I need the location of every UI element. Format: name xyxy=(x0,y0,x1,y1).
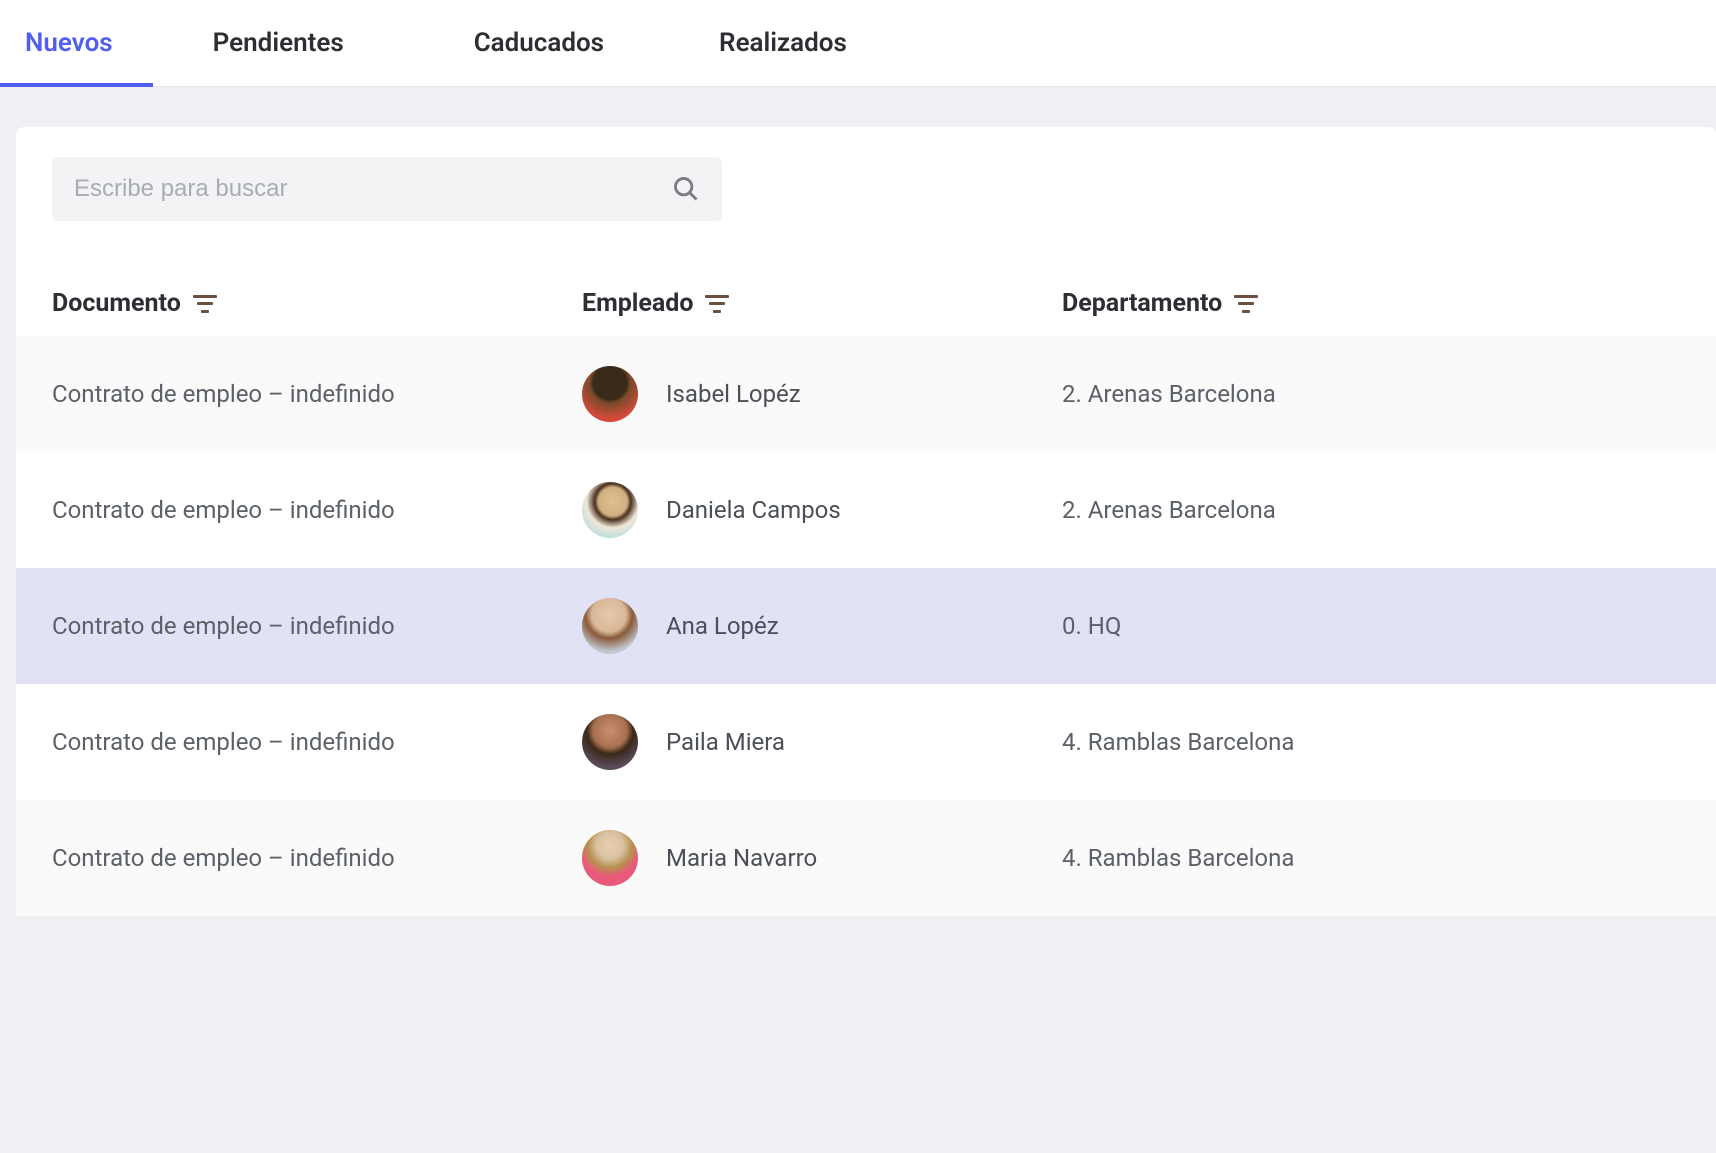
avatar xyxy=(582,714,638,770)
avatar xyxy=(582,598,638,654)
table-row[interactable]: Contrato de empleo – indefinido Ana Lopéz… xyxy=(16,568,1716,684)
column-label: Departamento xyxy=(1062,289,1222,318)
table-row[interactable]: Contrato de empleo – indefinido Maria Nav… xyxy=(16,800,1716,916)
department-name: 2. Arenas Barcelona xyxy=(1062,496,1680,524)
content-area: Documento Empleado Departamento Contrato… xyxy=(0,87,1716,916)
employee-name: Daniela Campos xyxy=(666,496,841,524)
tab-pendientes[interactable]: Pendientes xyxy=(163,0,409,86)
employee-cell: Ana Lopéz xyxy=(582,598,1062,654)
tab-realizados[interactable]: Realizados xyxy=(659,0,907,86)
tabs-bar: Nuevos Pendientes Caducados Realizados xyxy=(0,0,1716,87)
tab-caducados[interactable]: Caducados xyxy=(409,0,659,86)
avatar xyxy=(582,830,638,886)
filter-icon xyxy=(193,295,217,313)
column-header-employee[interactable]: Empleado xyxy=(582,289,1062,318)
employee-name: Maria Navarro xyxy=(666,844,817,872)
document-name: Contrato de empleo – indefinido xyxy=(52,496,582,524)
column-header-department[interactable]: Departamento xyxy=(1062,289,1680,318)
employee-cell: Daniela Campos xyxy=(582,482,1062,538)
column-label: Empleado xyxy=(582,289,693,318)
employee-name: Ana Lopéz xyxy=(666,612,779,640)
table-row[interactable]: Contrato de empleo – indefinido Isabel Lo… xyxy=(16,336,1716,452)
department-name: 0. HQ xyxy=(1062,612,1680,640)
table-row[interactable]: Contrato de empleo – indefinido Paila Mie… xyxy=(16,684,1716,800)
tab-nuevos[interactable]: Nuevos xyxy=(0,0,163,86)
employee-name: Isabel Lopéz xyxy=(666,380,801,408)
filter-icon xyxy=(1234,295,1258,313)
department-name: 4. Ramblas Barcelona xyxy=(1062,844,1680,872)
column-header-document[interactable]: Documento xyxy=(52,289,582,318)
avatar xyxy=(582,366,638,422)
document-name: Contrato de empleo – indefinido xyxy=(52,380,582,408)
table-body: Contrato de empleo – indefinido Isabel Lo… xyxy=(16,336,1716,916)
avatar xyxy=(582,482,638,538)
employee-name: Paila Miera xyxy=(666,728,785,756)
document-name: Contrato de empleo – indefinido xyxy=(52,612,582,640)
search-wrap xyxy=(16,157,1716,271)
documents-card: Documento Empleado Departamento Contrato… xyxy=(16,127,1716,916)
search-input[interactable] xyxy=(74,175,672,203)
search-box[interactable] xyxy=(52,157,722,221)
employee-cell: Maria Navarro xyxy=(582,830,1062,886)
table-header: Documento Empleado Departamento xyxy=(16,271,1716,336)
department-name: 2. Arenas Barcelona xyxy=(1062,380,1680,408)
filter-icon xyxy=(705,295,729,313)
document-name: Contrato de empleo – indefinido xyxy=(52,844,582,872)
employee-cell: Paila Miera xyxy=(582,714,1062,770)
document-name: Contrato de empleo – indefinido xyxy=(52,728,582,756)
search-icon xyxy=(672,175,700,203)
column-label: Documento xyxy=(52,289,181,318)
table-row[interactable]: Contrato de empleo – indefinido Daniela C… xyxy=(16,452,1716,568)
department-name: 4. Ramblas Barcelona xyxy=(1062,728,1680,756)
employee-cell: Isabel Lopéz xyxy=(582,366,1062,422)
